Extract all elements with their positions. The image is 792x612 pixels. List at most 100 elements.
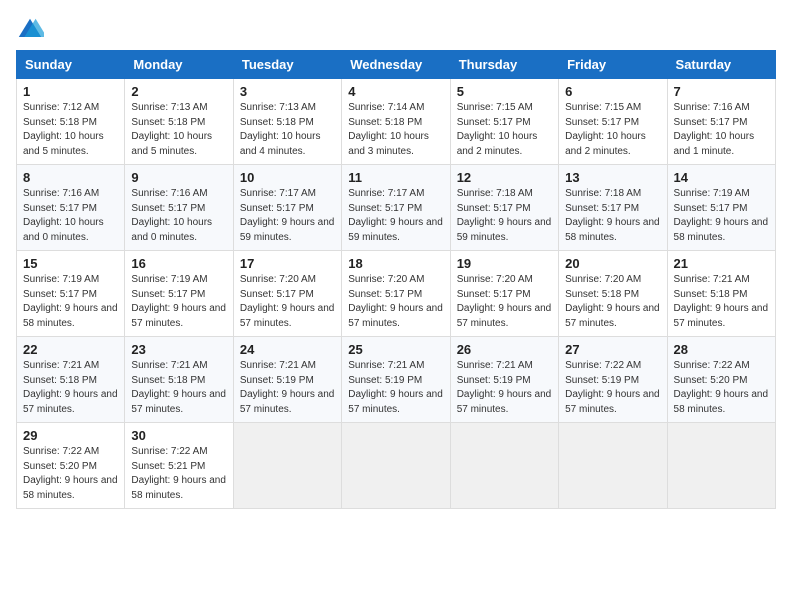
calendar-header-row: SundayMondayTuesdayWednesdayThursdayFrid… [17,51,776,79]
calendar-cell: 19 Sunrise: 7:20 AM Sunset: 5:17 PM Dayl… [450,251,558,337]
calendar-cell: 8 Sunrise: 7:16 AM Sunset: 5:17 PM Dayli… [17,165,125,251]
calendar-header-sunday: Sunday [17,51,125,79]
day-number: 30 [131,428,226,443]
day-info: Sunrise: 7:21 AM Sunset: 5:18 PM Dayligh… [23,359,118,417]
calendar-cell [342,423,450,509]
day-info: Sunrise: 7:14 AM Sunset: 5:18 PM Dayligh… [348,101,443,159]
day-number: 8 [23,170,118,185]
day-info: Sunrise: 7:16 AM Sunset: 5:17 PM Dayligh… [674,101,769,159]
day-info: Sunrise: 7:21 AM Sunset: 5:18 PM Dayligh… [674,273,769,331]
day-info: Sunrise: 7:16 AM Sunset: 5:17 PM Dayligh… [131,187,226,245]
day-info: Sunrise: 7:22 AM Sunset: 5:21 PM Dayligh… [131,445,226,503]
calendar-cell: 23 Sunrise: 7:21 AM Sunset: 5:18 PM Dayl… [125,337,233,423]
day-number: 4 [348,84,443,99]
calendar-cell: 10 Sunrise: 7:17 AM Sunset: 5:17 PM Dayl… [233,165,341,251]
calendar-cell: 28 Sunrise: 7:22 AM Sunset: 5:20 PM Dayl… [667,337,775,423]
day-info: Sunrise: 7:17 AM Sunset: 5:17 PM Dayligh… [240,187,335,245]
calendar-header-tuesday: Tuesday [233,51,341,79]
day-info: Sunrise: 7:15 AM Sunset: 5:17 PM Dayligh… [565,101,660,159]
calendar-header-monday: Monday [125,51,233,79]
day-number: 24 [240,342,335,357]
calendar-cell: 1 Sunrise: 7:12 AM Sunset: 5:18 PM Dayli… [17,79,125,165]
calendar-cell: 30 Sunrise: 7:22 AM Sunset: 5:21 PM Dayl… [125,423,233,509]
day-number: 17 [240,256,335,271]
logo-icon [16,16,44,44]
calendar-header-thursday: Thursday [450,51,558,79]
calendar-cell: 22 Sunrise: 7:21 AM Sunset: 5:18 PM Dayl… [17,337,125,423]
day-number: 12 [457,170,552,185]
calendar-cell: 5 Sunrise: 7:15 AM Sunset: 5:17 PM Dayli… [450,79,558,165]
day-number: 11 [348,170,443,185]
day-number: 16 [131,256,226,271]
day-info: Sunrise: 7:16 AM Sunset: 5:17 PM Dayligh… [23,187,118,245]
calendar-week-row: 15 Sunrise: 7:19 AM Sunset: 5:17 PM Dayl… [17,251,776,337]
day-number: 25 [348,342,443,357]
calendar-cell: 29 Sunrise: 7:22 AM Sunset: 5:20 PM Dayl… [17,423,125,509]
day-info: Sunrise: 7:19 AM Sunset: 5:17 PM Dayligh… [23,273,118,331]
day-number: 21 [674,256,769,271]
day-number: 22 [23,342,118,357]
day-number: 10 [240,170,335,185]
day-number: 3 [240,84,335,99]
day-info: Sunrise: 7:21 AM Sunset: 5:19 PM Dayligh… [240,359,335,417]
day-info: Sunrise: 7:18 AM Sunset: 5:17 PM Dayligh… [457,187,552,245]
calendar-cell: 13 Sunrise: 7:18 AM Sunset: 5:17 PM Dayl… [559,165,667,251]
day-number: 9 [131,170,226,185]
day-number: 19 [457,256,552,271]
calendar-week-row: 22 Sunrise: 7:21 AM Sunset: 5:18 PM Dayl… [17,337,776,423]
day-number: 29 [23,428,118,443]
calendar-week-row: 1 Sunrise: 7:12 AM Sunset: 5:18 PM Dayli… [17,79,776,165]
calendar-cell [667,423,775,509]
calendar-cell: 27 Sunrise: 7:22 AM Sunset: 5:19 PM Dayl… [559,337,667,423]
day-number: 27 [565,342,660,357]
day-number: 13 [565,170,660,185]
day-info: Sunrise: 7:17 AM Sunset: 5:17 PM Dayligh… [348,187,443,245]
day-info: Sunrise: 7:21 AM Sunset: 5:19 PM Dayligh… [457,359,552,417]
calendar-cell: 14 Sunrise: 7:19 AM Sunset: 5:17 PM Dayl… [667,165,775,251]
calendar-cell: 2 Sunrise: 7:13 AM Sunset: 5:18 PM Dayli… [125,79,233,165]
calendar-cell: 17 Sunrise: 7:20 AM Sunset: 5:17 PM Dayl… [233,251,341,337]
day-info: Sunrise: 7:20 AM Sunset: 5:18 PM Dayligh… [565,273,660,331]
day-info: Sunrise: 7:12 AM Sunset: 5:18 PM Dayligh… [23,101,118,159]
day-number: 7 [674,84,769,99]
calendar-cell: 11 Sunrise: 7:17 AM Sunset: 5:17 PM Dayl… [342,165,450,251]
day-number: 1 [23,84,118,99]
day-info: Sunrise: 7:19 AM Sunset: 5:17 PM Dayligh… [674,187,769,245]
calendar-header-friday: Friday [559,51,667,79]
day-number: 2 [131,84,226,99]
day-number: 26 [457,342,552,357]
calendar-cell: 9 Sunrise: 7:16 AM Sunset: 5:17 PM Dayli… [125,165,233,251]
day-info: Sunrise: 7:21 AM Sunset: 5:19 PM Dayligh… [348,359,443,417]
day-info: Sunrise: 7:21 AM Sunset: 5:18 PM Dayligh… [131,359,226,417]
day-info: Sunrise: 7:20 AM Sunset: 5:17 PM Dayligh… [457,273,552,331]
calendar-cell [450,423,558,509]
calendar-cell: 26 Sunrise: 7:21 AM Sunset: 5:19 PM Dayl… [450,337,558,423]
day-info: Sunrise: 7:22 AM Sunset: 5:20 PM Dayligh… [23,445,118,503]
day-number: 20 [565,256,660,271]
day-info: Sunrise: 7:13 AM Sunset: 5:18 PM Dayligh… [131,101,226,159]
calendar-week-row: 8 Sunrise: 7:16 AM Sunset: 5:17 PM Dayli… [17,165,776,251]
calendar-cell: 18 Sunrise: 7:20 AM Sunset: 5:17 PM Dayl… [342,251,450,337]
calendar-cell [233,423,341,509]
day-info: Sunrise: 7:13 AM Sunset: 5:18 PM Dayligh… [240,101,335,159]
page-header [16,16,776,44]
calendar-cell [559,423,667,509]
logo [16,16,48,44]
day-number: 15 [23,256,118,271]
calendar-table: SundayMondayTuesdayWednesdayThursdayFrid… [16,50,776,509]
calendar-cell: 6 Sunrise: 7:15 AM Sunset: 5:17 PM Dayli… [559,79,667,165]
day-number: 14 [674,170,769,185]
day-info: Sunrise: 7:22 AM Sunset: 5:19 PM Dayligh… [565,359,660,417]
calendar-header-saturday: Saturday [667,51,775,79]
day-info: Sunrise: 7:19 AM Sunset: 5:17 PM Dayligh… [131,273,226,331]
day-number: 28 [674,342,769,357]
calendar-header-wednesday: Wednesday [342,51,450,79]
calendar-week-row: 29 Sunrise: 7:22 AM Sunset: 5:20 PM Dayl… [17,423,776,509]
day-info: Sunrise: 7:18 AM Sunset: 5:17 PM Dayligh… [565,187,660,245]
day-info: Sunrise: 7:22 AM Sunset: 5:20 PM Dayligh… [674,359,769,417]
day-info: Sunrise: 7:20 AM Sunset: 5:17 PM Dayligh… [348,273,443,331]
calendar-cell: 20 Sunrise: 7:20 AM Sunset: 5:18 PM Dayl… [559,251,667,337]
calendar-cell: 15 Sunrise: 7:19 AM Sunset: 5:17 PM Dayl… [17,251,125,337]
day-number: 18 [348,256,443,271]
calendar-cell: 4 Sunrise: 7:14 AM Sunset: 5:18 PM Dayli… [342,79,450,165]
